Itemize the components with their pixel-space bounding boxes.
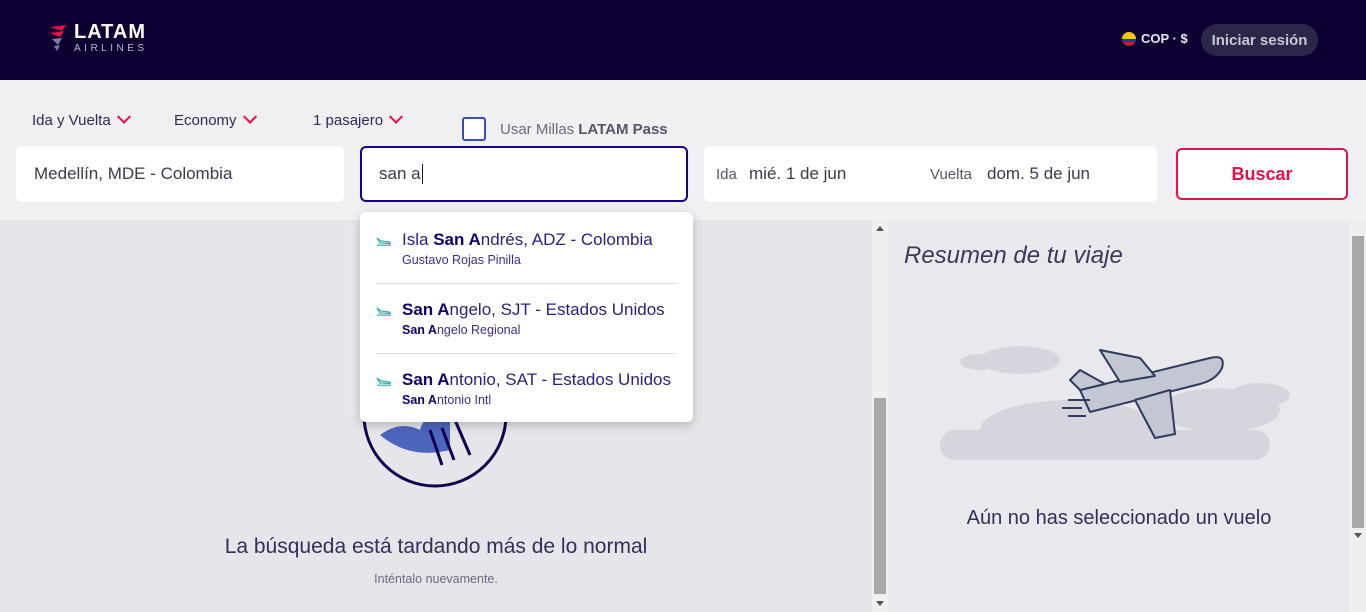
- chevron-down-icon: [242, 109, 257, 124]
- results-scrollbar[interactable]: [872, 220, 888, 612]
- destination-suggestions: Isla San Andrés, ADZ - Colombia Gustavo …: [360, 212, 693, 422]
- search-bar: Ida y Vuelta Economy 1 pasajero Usar Mil…: [0, 80, 1366, 220]
- search-button[interactable]: Buscar: [1176, 148, 1348, 200]
- destination-value: san a: [379, 164, 421, 183]
- origin-field[interactable]: Medellín, MDE - Colombia: [16, 146, 344, 202]
- summary-scrollbar[interactable]: [1350, 220, 1366, 612]
- ida-label: Ida: [716, 165, 737, 183]
- error-title: La búsqueda está tardando más de lo norm…: [224, 535, 648, 558]
- text-cursor: [421, 164, 423, 184]
- plane-landing-icon: [376, 237, 391, 246]
- suggestion-item[interactable]: San Antonio, SAT - Estados Unidos San An…: [376, 352, 676, 422]
- logo-subtext: AIRLINES: [74, 43, 148, 54]
- suggestion-item[interactable]: San Angelo, SJT - Estados Unidos San Ang…: [376, 282, 676, 352]
- trip-type-label: Ida y Vuelta: [32, 112, 111, 129]
- vuelta-date[interactable]: dom. 5 de jun: [987, 164, 1090, 184]
- ida-date[interactable]: mié. 1 de jun: [749, 164, 846, 184]
- latam-logo-icon: [50, 25, 66, 51]
- suggestion-item[interactable]: Isla San Andrés, ADZ - Colombia Gustavo …: [376, 212, 676, 282]
- destination-input[interactable]: san a: [360, 146, 688, 202]
- scrollbar-thumb[interactable]: [874, 398, 886, 594]
- cabin-dropdown[interactable]: Economy: [174, 109, 257, 129]
- origin-value: Medellín, MDE - Colombia: [34, 164, 233, 183]
- suggestion-airport: San Antonio Intl: [402, 393, 492, 407]
- millas-checkbox[interactable]: [462, 117, 486, 141]
- summary-title: Resumen de tu viaje: [904, 242, 1123, 269]
- currency-selector[interactable]: COP · $: [1122, 31, 1188, 46]
- airplane-clouds-illustration: [940, 346, 1290, 460]
- latam-logo[interactable]: LATAM AIRLINES: [48, 22, 148, 54]
- scroll-down-arrow-icon[interactable]: [876, 601, 884, 606]
- millas-label: Usar Millas: [500, 120, 575, 138]
- currency-label: COP · $: [1141, 31, 1188, 46]
- suggestion-airport: Gustavo Rojas Pinilla: [402, 253, 521, 267]
- scroll-down-arrow-icon[interactable]: [1354, 533, 1362, 538]
- cabin-label: Economy: [174, 112, 237, 129]
- scroll-up-arrow-icon[interactable]: [876, 226, 884, 231]
- millas-option[interactable]: Usar Millas LATAM Pass: [462, 117, 668, 141]
- scrollbar-thumb[interactable]: [1352, 236, 1364, 528]
- error-subtitle: Inténtalo nuevamente.: [374, 572, 498, 586]
- no-flight-selected-message: Aún no has seleccionado un vuelo: [966, 507, 1272, 529]
- dates-field[interactable]: Ida mié. 1 de jun Vuelta dom. 5 de jun: [704, 146, 1157, 202]
- suggestion-title: Isla San Andrés, ADZ - Colombia: [402, 230, 653, 249]
- chevron-down-icon: [116, 109, 131, 124]
- trip-type-dropdown[interactable]: Ida y Vuelta: [32, 109, 131, 129]
- vuelta-label: Vuelta: [930, 165, 972, 183]
- passengers-dropdown[interactable]: 1 pasajero: [313, 109, 404, 129]
- millas-brand: LATAM Pass: [578, 120, 668, 138]
- suggestion-airport: San Angelo Regional: [402, 323, 521, 337]
- logo-text: LATAM: [74, 21, 147, 43]
- plane-landing-icon: [376, 307, 391, 316]
- plane-landing-icon: [376, 377, 391, 386]
- login-button[interactable]: Iniciar sesión: [1201, 24, 1318, 56]
- top-header: LATAM AIRLINES COP · $ Iniciar sesión: [0, 0, 1366, 80]
- colombia-flag-icon: [1122, 31, 1136, 46]
- passengers-label: 1 pasajero: [313, 112, 384, 129]
- suggestion-title: San Angelo, SJT - Estados Unidos: [402, 300, 665, 319]
- chevron-down-icon: [388, 109, 404, 124]
- suggestion-title: San Antonio, SAT - Estados Unidos: [402, 370, 671, 389]
